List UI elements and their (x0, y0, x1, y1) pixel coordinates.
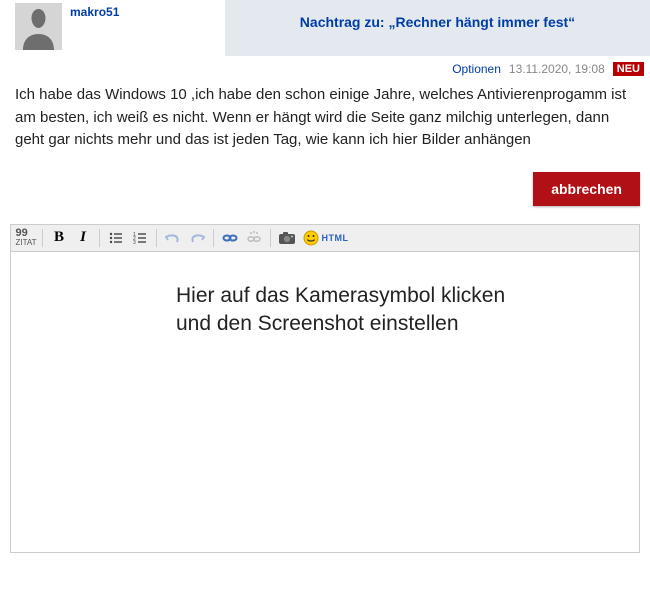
post-body: Ich habe das Windows 10 ,ich habe den sc… (0, 82, 650, 172)
editor-toolbar: 99ZITAT B I 123 HTML (11, 225, 639, 252)
post-title-block: Nachtrag zu: „Rechner hängt immer fest“ (225, 0, 650, 56)
toolbar-separator (270, 229, 271, 247)
unlink-button[interactable] (243, 227, 265, 249)
link-button[interactable] (219, 227, 241, 249)
post-timestamp: 13.11.2020, 19:08 (509, 62, 605, 76)
options-link[interactable]: Optionen (452, 62, 501, 76)
editor-content-area[interactable]: Hier auf das Kamerasymbol klicken und de… (11, 252, 639, 552)
toolbar-separator (213, 229, 214, 247)
html-source-button[interactable]: HTML (324, 227, 346, 249)
post-title: Nachtrag zu: „Rechner hängt immer fest“ (237, 14, 638, 30)
cancel-button[interactable]: abbrechen (533, 172, 640, 206)
editor: 99ZITAT B I 123 HTML (10, 224, 640, 553)
action-row: abbrechen (0, 172, 650, 224)
new-badge[interactable]: NEU (613, 62, 644, 76)
avatar[interactable] (15, 3, 62, 50)
camera-icon (278, 231, 296, 245)
redo-icon (189, 231, 205, 245)
ordered-list-button[interactable]: 123 (129, 227, 151, 249)
italic-button[interactable]: I (72, 227, 94, 249)
toolbar-separator (42, 229, 43, 247)
smiley-icon (303, 230, 319, 246)
list-ol-icon: 123 (133, 231, 147, 245)
toolbar-separator (99, 229, 100, 247)
quote-button[interactable]: 99ZITAT (15, 227, 37, 249)
toolbar-separator (156, 229, 157, 247)
link-icon (222, 232, 238, 244)
post-meta-row: Optionen 13.11.2020, 19:08 NEU (0, 56, 650, 82)
undo-button[interactable] (162, 227, 184, 249)
editor-hint-text: Hier auf das Kamerasymbol klicken und de… (176, 282, 629, 339)
unlink-icon (246, 231, 262, 245)
unordered-list-button[interactable] (105, 227, 127, 249)
redo-button[interactable] (186, 227, 208, 249)
post-header: makro51 Nachtrag zu: „Rechner hängt imme… (0, 0, 650, 56)
svg-text:3: 3 (133, 240, 136, 245)
avatar-silhouette-icon (15, 3, 62, 50)
bold-button[interactable]: B (48, 227, 70, 249)
username-link[interactable]: makro51 (70, 5, 119, 19)
image-button[interactable] (276, 227, 298, 249)
list-ul-icon (109, 231, 123, 245)
undo-icon (165, 231, 181, 245)
emoji-button[interactable] (300, 227, 322, 249)
